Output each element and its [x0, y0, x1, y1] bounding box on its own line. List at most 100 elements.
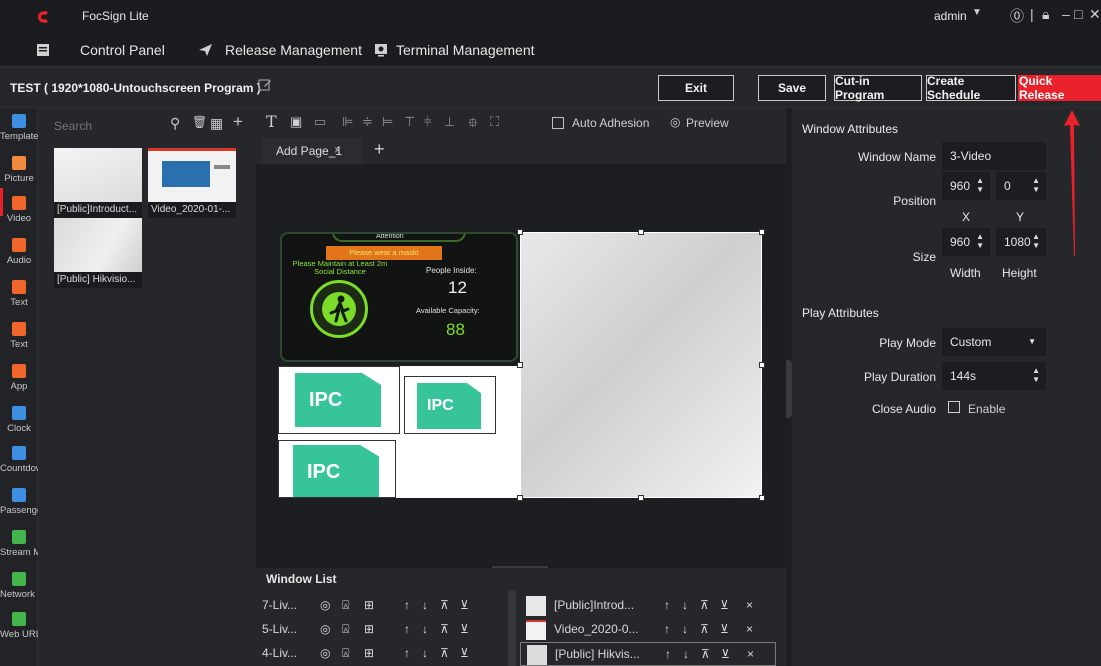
- delete-icon[interactable]: ⊞: [364, 598, 374, 612]
- move-bottom-icon[interactable]: ⊻: [720, 622, 729, 636]
- align-left-icon[interactable]: ⊫: [342, 114, 353, 130]
- save-button[interactable]: Save: [758, 75, 826, 101]
- edit-icon[interactable]: [258, 78, 272, 92]
- delete-icon[interactable]: 🗑︎: [192, 115, 207, 129]
- play-mode-select[interactable]: Custom ▼: [942, 328, 1046, 356]
- position-y-field[interactable]: 0 ▲ ▼: [996, 172, 1046, 200]
- user-menu[interactable]: admin: [934, 9, 967, 23]
- rail-video[interactable]: Video: [0, 194, 38, 238]
- move-top-icon[interactable]: ⊼: [701, 647, 710, 661]
- close-audio-checkbox[interactable]: [948, 401, 960, 413]
- lock-icon[interactable]: ⍓: [342, 598, 349, 613]
- move-top-icon[interactable]: ⊼: [700, 598, 709, 612]
- move-up-icon[interactable]: ↑: [664, 598, 670, 612]
- resize-handle[interactable]: [638, 229, 644, 235]
- ipc-window[interactable]: IPC: [404, 376, 496, 434]
- rail-audio[interactable]: Audio: [0, 236, 38, 280]
- add-icon[interactable]: +: [233, 112, 243, 132]
- move-top-icon[interactable]: ⊼: [440, 622, 449, 636]
- tab-close-icon[interactable]: ×: [334, 143, 341, 157]
- width-field[interactable]: 960 ▲ ▼: [942, 228, 990, 256]
- lock-icon[interactable]: ⍓: [342, 622, 349, 637]
- auto-adhesion-checkbox[interactable]: [552, 117, 564, 129]
- remove-icon[interactable]: ×: [746, 598, 753, 612]
- stepper-icon[interactable]: ▲ ▼: [1032, 176, 1040, 194]
- move-down-icon[interactable]: ↓: [682, 622, 688, 636]
- window-list-row[interactable]: 5-Liv... ◎ ⍓ ⊞ ↑ ↓ ⊼ ⊻: [256, 618, 512, 642]
- stepper-icon[interactable]: ▲ ▼: [1032, 366, 1040, 384]
- playlist-row[interactable]: Video_2020-0... ↑ ↓ ⊼ ⊻ ×: [520, 618, 776, 642]
- search-icon[interactable]: ⚲: [170, 115, 180, 132]
- grid-view-icon[interactable]: ▦: [210, 115, 223, 132]
- resize-handle[interactable]: [517, 362, 523, 368]
- resize-handle[interactable]: [759, 229, 765, 235]
- move-bottom-icon[interactable]: ⊻: [460, 598, 469, 612]
- rail-countdown[interactable]: Countdown: [0, 444, 38, 488]
- quick-release-button[interactable]: Quick Release: [1018, 74, 1101, 102]
- template-tool-icon[interactable]: ▭: [314, 114, 326, 130]
- menu-control-panel[interactable]: Control Panel: [36, 34, 165, 66]
- move-top-icon[interactable]: ⊼: [440, 646, 449, 660]
- lock-icon[interactable]: 🔒︎: [1042, 6, 1049, 23]
- rail-web-url[interactable]: Web URL: [0, 610, 38, 654]
- delete-icon[interactable]: ⊞: [364, 646, 374, 660]
- window-list-row[interactable]: 4-Liv... ◎ ⍓ ⊞ ↑ ↓ ⊼ ⊻: [256, 642, 512, 666]
- move-up-icon[interactable]: ↑: [665, 647, 671, 661]
- video-window-selected[interactable]: [520, 232, 762, 498]
- media-item[interactable]: [Public]Introduct...: [54, 148, 142, 218]
- media-item[interactable]: Video_2020-01-...: [148, 148, 236, 218]
- user-menu-caret-icon[interactable]: ▼: [972, 7, 982, 18]
- window-list-scrollbar[interactable]: [508, 590, 516, 666]
- menu-terminal-management[interactable]: Terminal Management: [374, 34, 535, 66]
- move-up-icon[interactable]: ↑: [404, 646, 410, 660]
- rail-network-camera[interactable]: Network Camer: [0, 570, 38, 614]
- visibility-icon[interactable]: ◎: [320, 646, 330, 660]
- media-search-input[interactable]: [54, 116, 178, 136]
- help-icon[interactable]: ⓪: [1010, 6, 1024, 26]
- stepper-icon[interactable]: ▲ ▼: [976, 176, 984, 194]
- move-bottom-icon[interactable]: ⊻: [460, 646, 469, 660]
- rail-passenger-flow[interactable]: Passenger Fl: [0, 486, 38, 530]
- signage-window[interactable]: Attention Please wear a mask! Please Mai…: [280, 232, 518, 362]
- text-tool-icon[interactable]: T: [266, 112, 277, 131]
- move-up-icon[interactable]: ↑: [404, 622, 410, 636]
- move-bottom-icon[interactable]: ⊻: [720, 598, 729, 612]
- delete-icon[interactable]: ⊞: [364, 622, 374, 636]
- resize-handle[interactable]: [759, 362, 765, 368]
- height-field[interactable]: 1080 ▲ ▼: [996, 228, 1046, 256]
- move-bottom-icon[interactable]: ⊻: [721, 647, 730, 661]
- visibility-icon[interactable]: ◎: [320, 598, 330, 612]
- fullscreen-icon[interactable]: ⛶: [490, 114, 499, 130]
- resize-handle[interactable]: [638, 495, 644, 501]
- add-page-icon[interactable]: +: [374, 139, 385, 160]
- maximize-icon[interactable]: □: [1074, 6, 1082, 22]
- preview-button[interactable]: Preview: [686, 116, 729, 130]
- rail-template[interactable]: Template: [0, 112, 38, 156]
- align-center-icon[interactable]: ≑: [362, 114, 373, 130]
- move-down-icon[interactable]: ↓: [422, 622, 428, 636]
- rail-stream-media[interactable]: Stream Med: [0, 528, 38, 572]
- move-down-icon[interactable]: ↓: [683, 647, 689, 661]
- stepper-icon[interactable]: ▲ ▼: [976, 232, 984, 250]
- window-tool-icon[interactable]: ▣: [290, 114, 302, 130]
- window-list-row[interactable]: 7-Liv... ◎ ⍓ ⊞ ↑ ↓ ⊼ ⊻: [256, 594, 512, 618]
- ipc-window[interactable]: IPC: [278, 440, 396, 498]
- move-down-icon[interactable]: ↓: [422, 598, 428, 612]
- move-up-icon[interactable]: ↑: [404, 598, 410, 612]
- align-middle-icon[interactable]: ⫩: [424, 114, 431, 130]
- align-top-icon[interactable]: ⊤: [404, 114, 415, 130]
- resize-handle[interactable]: [759, 495, 765, 501]
- eye-icon[interactable]: ◎: [670, 115, 680, 129]
- close-icon[interactable]: ✕: [1089, 6, 1101, 23]
- playlist-row-selected[interactable]: [Public] Hikvis... ↑ ↓ ⊼ ⊻ ×: [520, 642, 776, 666]
- remove-icon[interactable]: ×: [747, 647, 754, 661]
- window-name-field[interactable]: 3-Video: [942, 142, 1046, 170]
- rail-clock[interactable]: Clock: [0, 404, 38, 448]
- visibility-icon[interactable]: ◎: [320, 622, 330, 636]
- minimize-icon[interactable]: –: [1062, 6, 1070, 22]
- create-schedule-button[interactable]: Create Schedule: [926, 74, 1016, 102]
- resize-handle[interactable]: [517, 495, 523, 501]
- move-top-icon[interactable]: ⊼: [440, 598, 449, 612]
- rail-picture[interactable]: Picture: [0, 154, 38, 198]
- move-down-icon[interactable]: ↓: [682, 598, 688, 612]
